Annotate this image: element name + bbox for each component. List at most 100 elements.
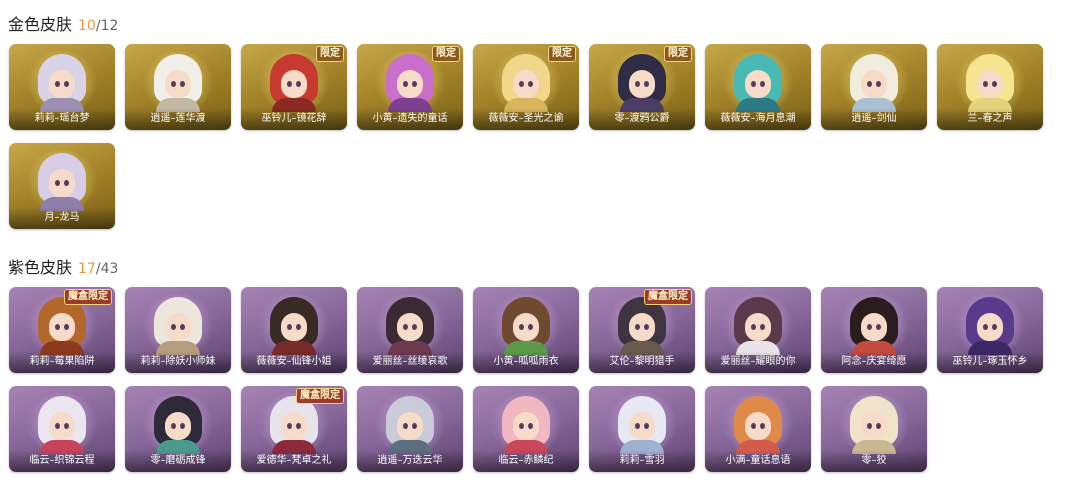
skin-portrait bbox=[38, 54, 86, 112]
portrait-face bbox=[281, 70, 307, 98]
eye-icon bbox=[180, 81, 185, 87]
portrait-face bbox=[49, 313, 75, 341]
portrait-face bbox=[165, 70, 191, 98]
skin-card[interactable]: 薇薇安–海月息潮 bbox=[705, 44, 811, 130]
section-gold-count: 10/12 bbox=[78, 18, 118, 34]
skin-portrait bbox=[618, 54, 666, 112]
skin-card[interactable]: 逍遥–剑仙 bbox=[821, 44, 927, 130]
portrait-face bbox=[861, 412, 887, 440]
skin-name: 爱丽丝–耀眼的你 bbox=[705, 351, 811, 373]
eye-icon bbox=[171, 324, 176, 330]
skin-card[interactable]: 魔盒限定 艾伦–黎明猎手 bbox=[589, 287, 695, 373]
skin-card[interactable]: 爱丽丝–丝绫哀歌 bbox=[357, 287, 463, 373]
limited-badge: 限定 bbox=[664, 46, 692, 62]
limited-badge: 魔盒限定 bbox=[644, 289, 692, 305]
skin-card[interactable]: 小满–童话息语 bbox=[705, 386, 811, 472]
skin-portrait bbox=[386, 54, 434, 112]
skin-card[interactable]: 小黄–呱呱雨衣 bbox=[473, 287, 579, 373]
skin-portrait bbox=[850, 297, 898, 355]
skin-name: 薇薇安–圣光之谕 bbox=[473, 108, 579, 130]
skin-card[interactable]: 莉莉–除妖小师妹 bbox=[125, 287, 231, 373]
skin-portrait bbox=[38, 297, 86, 355]
limited-badge: 魔盒限定 bbox=[64, 289, 112, 305]
skin-card[interactable]: 逍遥–万迭云华 bbox=[357, 386, 463, 472]
skin-portrait bbox=[386, 396, 434, 454]
eye-icon bbox=[171, 423, 176, 429]
skin-portrait bbox=[734, 54, 782, 112]
skin-name: 小黄–呱呱雨衣 bbox=[473, 351, 579, 373]
eye-icon bbox=[519, 324, 524, 330]
skin-card[interactable]: 零–狡 bbox=[821, 386, 927, 472]
eye-icon bbox=[296, 81, 301, 87]
portrait-face bbox=[513, 313, 539, 341]
skin-card[interactable]: 薇薇安–仙锋小姐 bbox=[241, 287, 347, 373]
eye-icon bbox=[983, 324, 988, 330]
portrait-face bbox=[397, 412, 423, 440]
eye-icon bbox=[528, 423, 533, 429]
eye-icon bbox=[867, 81, 872, 87]
eye-icon bbox=[287, 81, 292, 87]
skin-card[interactable]: 逍遥–莲华渡 bbox=[125, 44, 231, 130]
skin-name: 零–渡鸦公爵 bbox=[589, 108, 695, 130]
skin-portrait bbox=[734, 396, 782, 454]
skin-name: 零–狡 bbox=[821, 450, 927, 472]
eye-icon bbox=[635, 324, 640, 330]
portrait-face bbox=[745, 412, 771, 440]
skin-card[interactable]: 魔盒限定 莉莉–莓果陷阱 bbox=[9, 287, 115, 373]
skin-card[interactable]: 爱丽丝–耀眼的你 bbox=[705, 287, 811, 373]
skin-portrait bbox=[386, 297, 434, 355]
skin-card[interactable]: 零–磨砺成锋 bbox=[125, 386, 231, 472]
eye-icon bbox=[644, 423, 649, 429]
eye-icon bbox=[64, 180, 69, 186]
skin-name: 莉莉–瑶台梦 bbox=[9, 108, 115, 130]
eye-icon bbox=[867, 423, 872, 429]
eye-icon bbox=[55, 81, 60, 87]
skin-card[interactable]: 限定 小黄–遗失的童话 bbox=[357, 44, 463, 130]
limited-badge: 魔盒限定 bbox=[296, 388, 344, 404]
skin-card[interactable]: 莉莉–瑶台梦 bbox=[9, 44, 115, 130]
skin-name: 莉莉–雪羽 bbox=[589, 450, 695, 472]
eye-icon bbox=[180, 423, 185, 429]
skin-portrait bbox=[850, 396, 898, 454]
eye-icon bbox=[751, 324, 756, 330]
skin-card[interactable]: 巫铃儿–琢玉怀乡 bbox=[937, 287, 1043, 373]
skin-name: 逍遥–万迭云华 bbox=[357, 450, 463, 472]
portrait-face bbox=[281, 313, 307, 341]
skin-card[interactable]: 限定 巫铃儿–镜花辞 bbox=[241, 44, 347, 130]
portrait-face bbox=[629, 70, 655, 98]
eye-icon bbox=[412, 324, 417, 330]
skin-name: 零–磨砺成锋 bbox=[125, 450, 231, 472]
skin-portrait bbox=[270, 297, 318, 355]
section-purple-count: 17/43 bbox=[78, 261, 118, 277]
skin-card[interactable]: 临云–赤鳞纪 bbox=[473, 386, 579, 472]
limited-badge: 限定 bbox=[548, 46, 576, 62]
eye-icon bbox=[403, 81, 408, 87]
skin-name: 薇薇安–仙锋小姐 bbox=[241, 351, 347, 373]
eye-icon bbox=[635, 423, 640, 429]
skin-name: 巫铃儿–镜花辞 bbox=[241, 108, 347, 130]
skin-portrait bbox=[618, 297, 666, 355]
portrait-face bbox=[397, 313, 423, 341]
skin-card[interactable]: 限定薇薇安–圣光之谕 bbox=[473, 44, 579, 130]
eye-icon bbox=[180, 324, 185, 330]
skin-name: 小黄–遗失的童话 bbox=[357, 108, 463, 130]
skin-card[interactable]: 阿念–庆宴绮愿 bbox=[821, 287, 927, 373]
skin-name: 巫铃儿–琢玉怀乡 bbox=[937, 351, 1043, 373]
portrait-face bbox=[49, 169, 75, 197]
skin-portrait bbox=[154, 297, 202, 355]
skin-portrait bbox=[502, 396, 550, 454]
eye-icon bbox=[751, 81, 756, 87]
section-gold-title-text: 金色皮肤 bbox=[8, 15, 73, 34]
eye-icon bbox=[867, 324, 872, 330]
skin-card[interactable]: 莉莉–雪羽 bbox=[589, 386, 695, 472]
skin-card[interactable]: 兰–春之声 bbox=[937, 44, 1043, 130]
eye-icon bbox=[403, 423, 408, 429]
portrait-face bbox=[977, 70, 1003, 98]
skin-card[interactable]: 临云–织锦云程 bbox=[9, 386, 115, 472]
skin-portrait bbox=[270, 396, 318, 454]
skin-card[interactable]: 限定零–渡鸦公爵 bbox=[589, 44, 695, 130]
skin-card[interactable]: 魔盒限定 爱德华–梵卓之礼 bbox=[241, 386, 347, 472]
eye-icon bbox=[55, 324, 60, 330]
skin-card[interactable]: 月–龙马 bbox=[9, 143, 115, 229]
section-gold-title: 金色皮肤 10/12 bbox=[8, 11, 118, 35]
